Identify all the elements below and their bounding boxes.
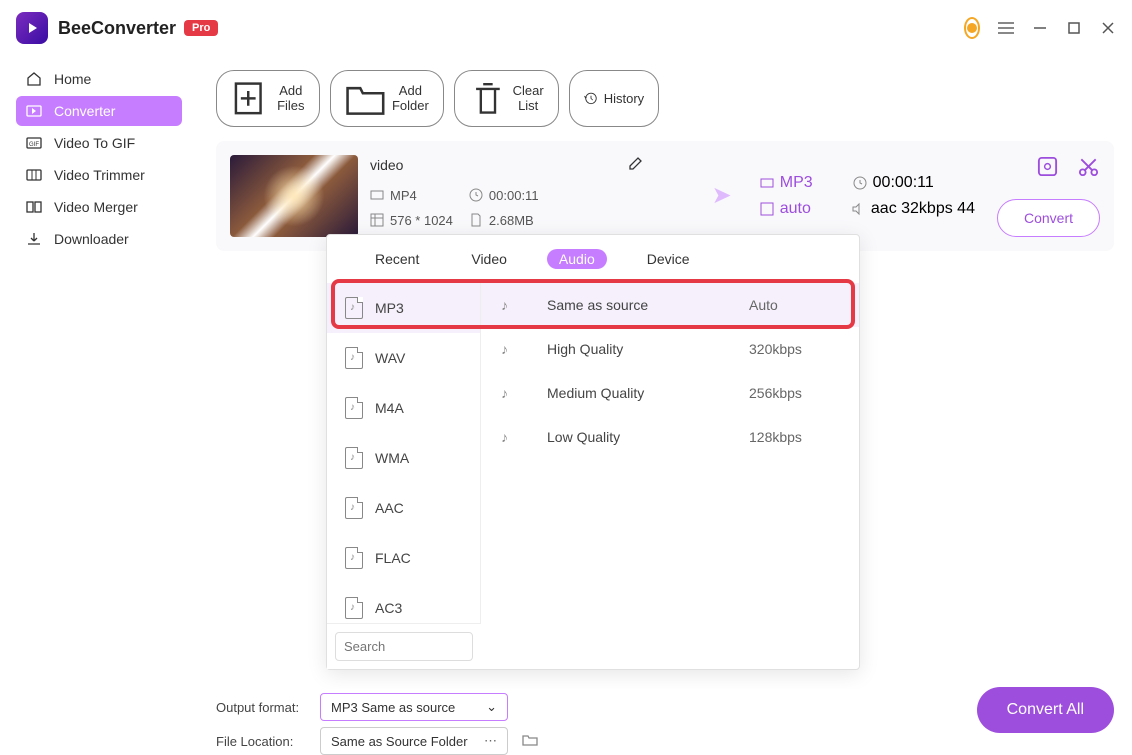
convert-button[interactable]: Convert	[997, 199, 1100, 237]
download-icon	[26, 231, 42, 247]
pro-badge: Pro	[184, 20, 218, 36]
add-files-button[interactable]: Add Files	[216, 70, 320, 127]
more-icon[interactable]: ⋯	[484, 733, 497, 749]
clear-list-button[interactable]: Clear List	[454, 70, 559, 127]
file-location-input[interactable]: Same as Source Folder⋯	[320, 727, 508, 755]
settings-icon[interactable]	[1036, 155, 1059, 178]
tab-video[interactable]: Video	[459, 249, 519, 269]
dst-duration: 00:00:11	[873, 174, 934, 192]
sidebar-item-gif[interactable]: GIF Video To GIF	[16, 128, 182, 158]
src-dimensions: 576 * 1024	[390, 213, 453, 228]
src-duration: 00:00:11	[489, 188, 539, 203]
format-item-aac[interactable]: AAC	[327, 483, 480, 533]
format-item-flac[interactable]: FLAC	[327, 533, 480, 583]
clock-icon	[853, 176, 867, 190]
app-name: BeeConverter	[58, 18, 176, 39]
format-list[interactable]: MP3 WAV M4A WMA AAC FLAC AC3	[327, 279, 481, 669]
music-icon: ♪	[501, 429, 519, 445]
gif-icon: GIF	[26, 135, 42, 151]
sidebar-item-label: Video To GIF	[54, 135, 135, 151]
maximize-button[interactable]	[1066, 20, 1082, 36]
output-format-select[interactable]: MP3 Same as source⌄	[320, 693, 508, 721]
music-icon: ♪	[501, 297, 519, 313]
user-icon[interactable]	[964, 20, 980, 36]
audio-file-icon	[345, 597, 363, 619]
output-format-label: Output format:	[216, 700, 306, 715]
chevron-down-icon: ⌄	[486, 699, 497, 715]
title-bar: BeeConverter Pro	[0, 0, 1132, 56]
src-format: MP4	[390, 188, 417, 203]
tab-recent[interactable]: Recent	[363, 249, 431, 269]
cut-icon[interactable]	[1077, 155, 1100, 178]
svg-text:GIF: GIF	[29, 142, 39, 148]
sidebar-item-label: Converter	[54, 103, 115, 119]
sidebar-item-trimmer[interactable]: Video Trimmer	[16, 160, 182, 190]
convert-all-button[interactable]: Convert All	[977, 687, 1114, 733]
close-button[interactable]	[1100, 20, 1116, 36]
video-thumbnail	[230, 155, 358, 237]
sidebar-item-label: Video Merger	[54, 199, 138, 215]
app-logo	[16, 12, 48, 44]
edit-title-icon[interactable]	[628, 155, 644, 176]
dimensions-icon	[760, 202, 774, 216]
audio-file-icon	[345, 497, 363, 519]
dimensions-icon	[370, 213, 384, 227]
converter-icon	[26, 103, 42, 119]
file-title: video	[370, 157, 403, 173]
add-folder-button[interactable]: Add Folder	[330, 70, 444, 127]
file-icon	[469, 213, 483, 227]
audio-file-icon	[345, 447, 363, 469]
format-item-wma[interactable]: WMA	[327, 433, 480, 483]
quality-item-auto[interactable]: ♪Same as sourceAuto	[481, 283, 859, 327]
src-size: 2.68MB	[489, 213, 534, 228]
music-icon: ♪	[501, 341, 519, 357]
sidebar-item-merger[interactable]: Video Merger	[16, 192, 182, 222]
menu-icon[interactable]	[998, 20, 1014, 36]
format-item-wav[interactable]: WAV	[327, 333, 480, 383]
clock-icon	[469, 188, 483, 202]
sidebar-item-converter[interactable]: Converter	[16, 96, 182, 126]
trimmer-icon	[26, 167, 42, 183]
sidebar: Home Converter GIF Video To GIF Video Tr…	[0, 56, 198, 689]
format-popup: Recent Video Audio Device MP3 WAV M4A WM…	[326, 234, 860, 670]
format-item-mp3[interactable]: MP3	[327, 283, 480, 333]
format-item-m4a[interactable]: M4A	[327, 383, 480, 433]
dst-audio: aac 32kbps 44	[871, 200, 975, 218]
audio-file-icon	[345, 547, 363, 569]
open-folder-icon[interactable]	[522, 732, 538, 751]
quality-list: ♪Same as sourceAuto ♪High Quality320kbps…	[481, 279, 859, 669]
history-button[interactable]: History	[569, 70, 659, 127]
home-icon	[26, 71, 42, 87]
tab-audio[interactable]: Audio	[547, 249, 607, 269]
sidebar-item-label: Home	[54, 71, 91, 87]
audio-icon	[851, 202, 865, 216]
video-icon	[370, 188, 384, 202]
minimize-button[interactable]	[1032, 20, 1048, 36]
sidebar-item-downloader[interactable]: Downloader	[16, 224, 182, 254]
merger-icon	[26, 199, 42, 215]
quality-item-256[interactable]: ♪Medium Quality256kbps	[481, 371, 859, 415]
toolbar: Add Files Add Folder Clear List History	[216, 56, 1114, 141]
audio-file-icon	[345, 347, 363, 369]
sidebar-item-label: Downloader	[54, 231, 129, 247]
video-icon	[760, 176, 774, 190]
footer: Output format: MP3 Same as source⌄ File …	[0, 689, 1132, 749]
tab-device[interactable]: Device	[635, 249, 702, 269]
audio-file-icon	[345, 397, 363, 419]
sidebar-item-label: Video Trimmer	[54, 167, 145, 183]
audio-file-icon	[345, 297, 363, 319]
music-icon: ♪	[501, 385, 519, 401]
dst-profile: auto	[780, 200, 811, 218]
format-search-input[interactable]	[335, 632, 473, 661]
arrow-icon: ➤	[696, 155, 748, 237]
quality-item-128[interactable]: ♪Low Quality128kbps	[481, 415, 859, 459]
sidebar-item-home[interactable]: Home	[16, 64, 182, 94]
file-location-label: File Location:	[216, 734, 306, 749]
quality-item-320[interactable]: ♪High Quality320kbps	[481, 327, 859, 371]
dst-format: MP3	[780, 174, 813, 192]
format-search	[327, 623, 481, 669]
